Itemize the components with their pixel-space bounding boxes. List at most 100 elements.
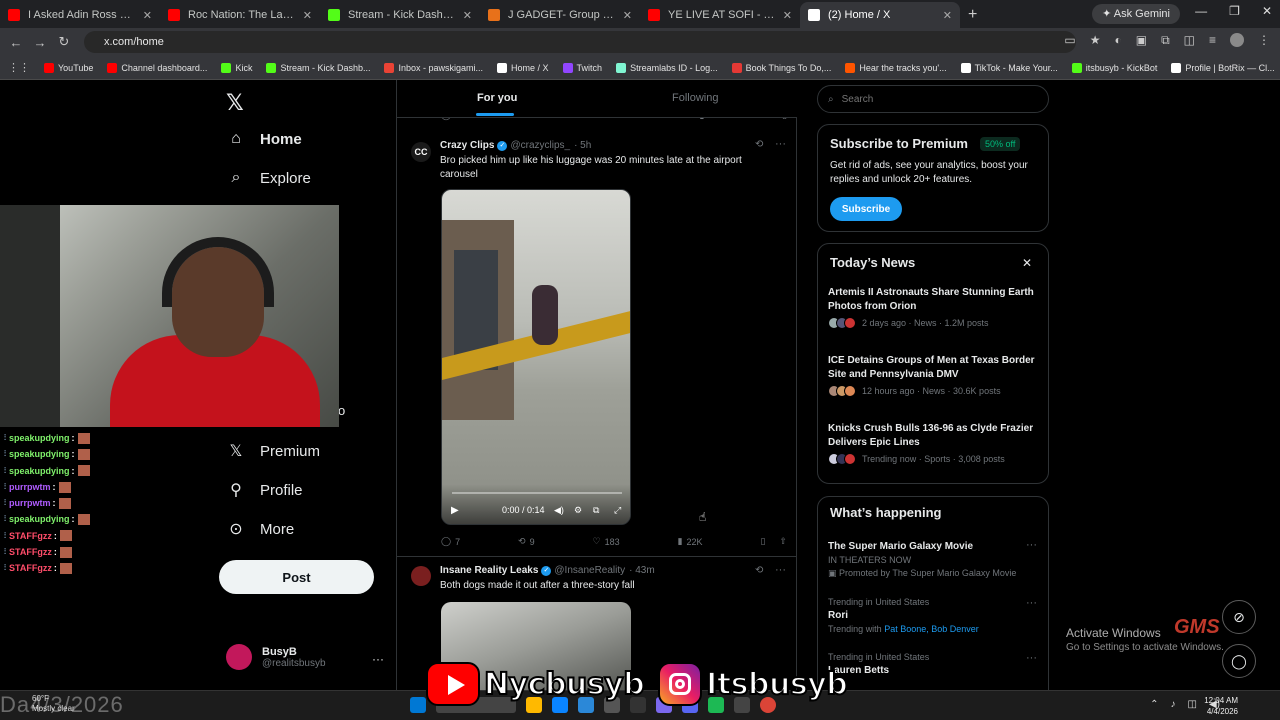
tweet-more-icon[interactable]: ··· — [775, 138, 786, 150]
bookmark-item[interactable]: Channel dashboard... — [107, 62, 207, 73]
bookmark-item[interactable]: Twitch — [562, 62, 602, 73]
tweet-timestamp[interactable]: · 5h — [574, 140, 591, 151]
tab-close-icon[interactable]: ✕ — [143, 9, 152, 22]
bookmark-item[interactable]: Hear the tracks you'... — [845, 62, 947, 73]
share-icon[interactable]: ⇧ — [779, 536, 787, 547]
windows-start-icon[interactable] — [410, 697, 426, 713]
tab-close-icon[interactable]: ✕ — [623, 9, 632, 22]
news-item[interactable]: ICE Detains Groups of Men at Texas Borde… — [828, 354, 1040, 397]
close-window-icon[interactable]: ✕ — [1262, 4, 1272, 18]
back-icon[interactable]: ← — [4, 35, 28, 50]
views-action[interactable]: ▮ 22K — [678, 536, 703, 547]
trend-related-links[interactable]: Pat Boone, Bob Denver — [884, 624, 979, 634]
tweet-author-name[interactable]: Insane Reality Leaks — [440, 565, 538, 576]
bookmark-item[interactable]: Profile | BotRix — Cl... — [1171, 62, 1275, 73]
restore-icon[interactable]: ❐ — [1229, 4, 1240, 18]
trend-more-icon[interactable]: ··· — [1026, 652, 1037, 664]
media-icon[interactable]: ≡ — [1209, 33, 1216, 48]
minimize-icon[interactable]: — — [1195, 4, 1207, 18]
tweet-author-handle[interactable]: @InsaneReality — [554, 565, 625, 576]
tab-close-icon[interactable]: ✕ — [463, 9, 472, 22]
apps-grid-icon[interactable]: ⋮⋮ — [8, 61, 30, 74]
browser-tab[interactable]: Stream - Kick Dashboard ✕ — [320, 2, 480, 28]
messages-fab-icon[interactable]: ◯ — [1222, 644, 1256, 678]
tab-following[interactable]: Following — [672, 92, 718, 104]
news-item[interactable]: Knicks Crush Bulls 136-96 as Clyde Frazi… — [828, 422, 1040, 465]
volume-icon[interactable]: ◀) — [554, 505, 564, 516]
post-button[interactable]: Post — [219, 560, 374, 594]
reload-icon[interactable]: ↻ — [52, 34, 76, 50]
extension-icon[interactable]: ◐ — [1114, 33, 1121, 48]
tab-close-icon[interactable]: ✕ — [303, 9, 312, 22]
x-logo-icon[interactable]: 𝕏 — [226, 90, 244, 116]
grok-icon[interactable]: ⟲ — [755, 139, 763, 150]
video-progress-bar[interactable] — [452, 492, 622, 494]
tweet-avatar[interactable] — [411, 566, 431, 586]
tweet-avatar[interactable]: CC — [411, 142, 431, 162]
grok-fab-icon[interactable]: ⊘ — [1222, 600, 1256, 634]
search-box[interactable]: ⌕ — [817, 85, 1049, 113]
bookmark-item[interactable]: Inbox - pawskigami... — [384, 62, 483, 73]
nav-more[interactable]: ⊙ More — [226, 519, 294, 539]
tweet-timestamp[interactable]: · 43m — [629, 565, 655, 576]
bookmark-star-icon[interactable]: ★ — [1090, 33, 1101, 48]
trend-more-icon[interactable]: ··· — [1026, 597, 1037, 609]
picture-in-picture-icon[interactable]: ⧉ — [593, 505, 599, 516]
bookmark-item[interactable]: YouTube — [44, 62, 93, 73]
system-clock[interactable]: 12:04 AM 4/4/2026 — [1204, 695, 1238, 717]
tab-close-icon[interactable]: ✕ — [943, 9, 952, 22]
bookmark-item[interactable]: Streamlabs ID - Log... — [616, 62, 718, 73]
reply-action[interactable]: ◯ 7 — [441, 536, 460, 547]
bookmark-item[interactable]: itsbusyb - KickBot — [1071, 62, 1157, 73]
nav-explore[interactable]: ⌕ Explore — [226, 169, 311, 187]
browser-tab[interactable]: (2) Home / X ✕ — [800, 2, 960, 28]
trend-item[interactable]: The Super Mario Galaxy Movie IN THEATERS… — [828, 538, 1040, 579]
nav-profile[interactable]: ⚲ Profile — [226, 480, 302, 500]
microphone-icon[interactable]: ♪ — [1171, 699, 1176, 710]
profile-avatar[interactable] — [1230, 33, 1244, 47]
forward-icon[interactable]: → — [28, 35, 52, 50]
puzzle-icon[interactable]: ⧉ — [1161, 33, 1170, 48]
settings-icon[interactable]: ⚙ — [574, 505, 582, 516]
bookmark-item[interactable]: Book Things To Do,... — [731, 62, 831, 73]
cast-icon[interactable]: ▭ — [1064, 33, 1075, 48]
fullscreen-icon[interactable]: ⤢ — [614, 505, 621, 516]
trend-item[interactable]: Trending in United States Lauren Betts — [828, 652, 1040, 676]
grok-icon[interactable]: ⟲ — [755, 565, 763, 576]
browser-tab[interactable]: I Asked Adin Ross How He Made ✕ — [0, 2, 160, 28]
tweet-more-icon[interactable]: ··· — [775, 564, 786, 576]
url-bar[interactable]: x.com/home — [84, 31, 1076, 53]
nav-premium[interactable]: 𝕏 Premium — [226, 441, 320, 461]
close-icon[interactable]: ✕ — [1022, 256, 1032, 270]
tweet-author-handle[interactable]: @crazyclips_ — [510, 140, 570, 151]
trend-item[interactable]: Trending in United States Rori Trending … — [828, 597, 1040, 634]
browser-tab[interactable]: Roc Nation: The Label Bullying ✕ — [160, 2, 320, 28]
ask-gemini-button[interactable]: ✦ Ask Gemini — [1092, 4, 1180, 24]
subscribe-button[interactable]: Subscribe — [830, 197, 902, 221]
tab-close-icon[interactable]: ✕ — [783, 9, 792, 22]
sidepanel-icon[interactable]: ◫ — [1184, 33, 1195, 48]
screenshot-icon[interactable]: ▣ — [1136, 33, 1147, 48]
play-icon[interactable]: ▶ — [451, 505, 459, 516]
search-input[interactable] — [841, 93, 1032, 105]
account-more-icon[interactable]: ··· — [372, 652, 384, 666]
trend-more-icon[interactable]: ··· — [1026, 539, 1037, 551]
bookmark-item[interactable]: TikTok - Make Your... — [960, 62, 1058, 73]
menu-icon[interactable]: ⋮ — [1258, 33, 1270, 48]
browser-tab[interactable]: YE LIVE AT SOFI - YouTube ✕ — [640, 2, 800, 28]
like-action[interactable]: ♡ 183 — [593, 536, 620, 547]
tray-chevron-icon[interactable]: ⌃ — [1150, 699, 1158, 710]
account-switcher[interactable]: BusyB @realitsbusyb — [226, 644, 326, 670]
tweet-author-name[interactable]: Crazy Clips — [440, 140, 494, 151]
bookmark-item[interactable]: Stream - Kick Dashb... — [266, 62, 370, 73]
tweet-video[interactable]: ▶ 0:00 / 0:14 ◀) ⚙ ⧉ ⤢ — [441, 189, 631, 525]
browser-tab[interactable]: J GADGET- Group Therapy ✕ — [480, 2, 640, 28]
tab-for-you[interactable]: For you — [477, 92, 517, 104]
new-tab-icon[interactable]: + — [968, 2, 977, 28]
bookmark-item[interactable]: Kick — [221, 62, 252, 73]
nav-home[interactable]: ⌂ Home — [226, 130, 302, 148]
news-item[interactable]: Artemis II Astronauts Share Stunning Ear… — [828, 286, 1040, 329]
repost-action[interactable]: ⟲ 9 — [518, 536, 535, 547]
bookmark-icon[interactable]: ▯ — [760, 536, 765, 547]
bookmark-item[interactable]: Home / X — [497, 62, 549, 73]
